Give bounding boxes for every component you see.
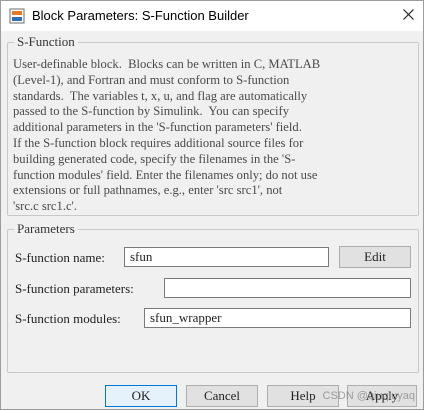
close-icon (402, 7, 414, 25)
sfunction-parameters-label: S-function parameters: (15, 281, 134, 296)
simulink-block-icon (9, 8, 25, 24)
parameters-group-legend: Parameters (14, 221, 78, 237)
window-title: Block Parameters: S-Function Builder (32, 8, 249, 23)
cancel-button[interactable]: Cancel (186, 385, 258, 407)
ok-button[interactable]: OK (105, 385, 177, 407)
block-description: User-definable block. Blocks can be writ… (13, 57, 321, 214)
sfunction-name-label: S-function name: (15, 250, 105, 265)
sfunction-name-field[interactable]: sfun (124, 247, 329, 267)
sfunction-modules-label: S-function modules: (15, 311, 121, 326)
watermark-text: CSDN @qiuqiuyaq (322, 390, 416, 402)
edit-button[interactable]: Edit (339, 246, 411, 268)
sfunction-modules-field[interactable]: sfun_wrapper (144, 308, 411, 328)
close-button[interactable] (393, 1, 423, 31)
title-bar[interactable]: Block Parameters: S-Function Builder (1, 1, 423, 31)
sfunction-parameters-field[interactable] (164, 278, 411, 298)
sfunction-group-legend: S-Function (14, 34, 78, 50)
dialog-window: Block Parameters: S-Function Builder S-F… (0, 0, 424, 410)
